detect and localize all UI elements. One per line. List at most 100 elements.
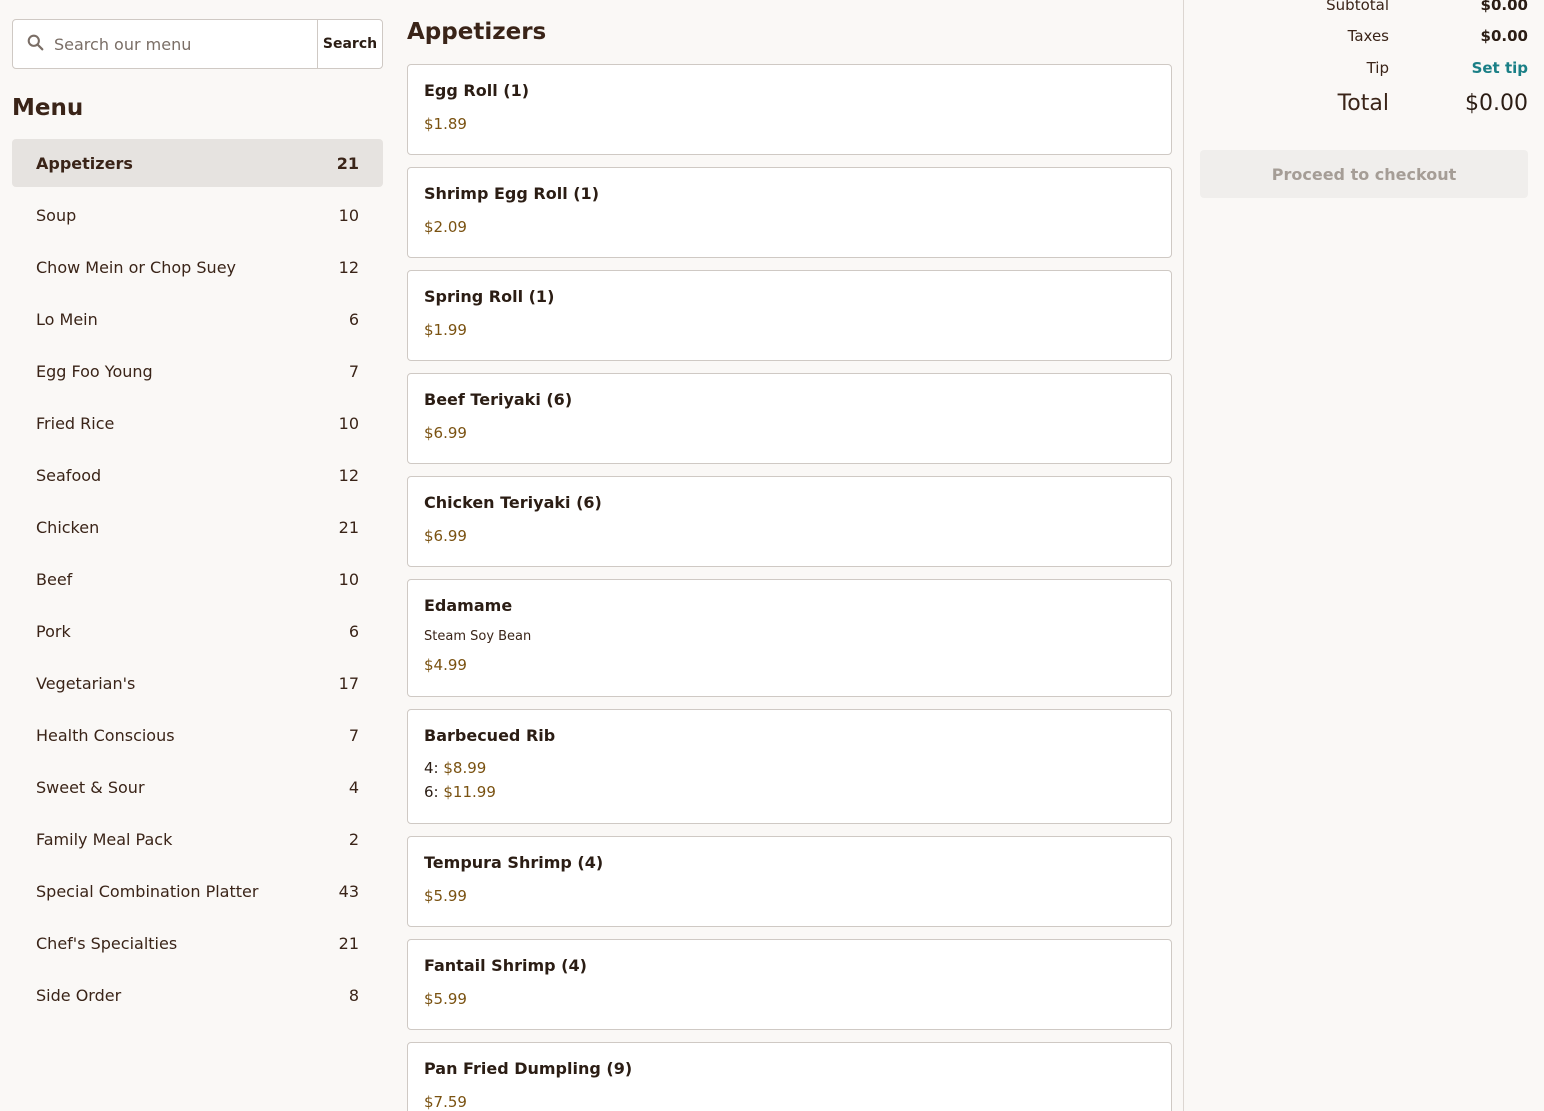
- menu-item-card[interactable]: Shrimp Egg Roll (1) $2.09: [407, 167, 1172, 258]
- sidebar-item-category[interactable]: Seafood 12: [12, 451, 383, 499]
- category-label: Health Conscious: [36, 725, 175, 745]
- category-count: 12: [338, 465, 359, 485]
- menu-item-card[interactable]: Beef Teriyaki (6) $6.99: [407, 373, 1172, 464]
- sidebar-item-category[interactable]: Pork 6: [12, 607, 383, 655]
- category-count: 10: [338, 413, 359, 433]
- menu-item-name: Tempura Shrimp (4): [424, 853, 604, 872]
- menu-item-name: Barbecued Rib: [424, 726, 556, 745]
- menu-item-price: $1.89: [424, 115, 467, 133]
- category-count: 8: [348, 985, 359, 1005]
- sidebar-item-category[interactable]: Fried Rice 10: [12, 399, 383, 447]
- menu-item-name: Edamame: [424, 596, 513, 615]
- search-icon: [27, 34, 44, 55]
- category-label: Egg Foo Young: [36, 361, 153, 381]
- category-label: Chicken: [36, 517, 100, 537]
- sidebar-item-category[interactable]: Health Conscious 7: [12, 711, 383, 759]
- sidebar-item-category[interactable]: Chicken 21: [12, 503, 383, 551]
- menu-item-name: Spring Roll (1): [424, 287, 555, 306]
- sidebar-item-category[interactable]: Lo Mein 6: [12, 295, 383, 343]
- category-count: 7: [348, 725, 359, 745]
- menu-item-card[interactable]: Pan Fried Dumpling (9) $7.59: [407, 1042, 1172, 1111]
- category-label: Special Combination Platter: [36, 881, 259, 901]
- category-label: Seafood: [36, 465, 102, 485]
- menu-heading: Menu: [12, 95, 84, 121]
- category-count: 10: [338, 569, 359, 589]
- category-label: Side Order: [36, 985, 122, 1005]
- search-field: [13, 20, 317, 68]
- price-option-label: 4:: [424, 759, 439, 777]
- section-title: Appetizers: [407, 19, 547, 45]
- category-count: 21: [336, 153, 359, 173]
- menu-item-card[interactable]: Chicken Teriyaki (6) $6.99: [407, 476, 1172, 567]
- category-label: Beef: [36, 569, 73, 589]
- price-option-value: $11.99: [443, 783, 496, 801]
- sidebar-item-category[interactable]: Side Order 8: [12, 971, 383, 1019]
- sidebar-item-category[interactable]: Chow Mein or Chop Suey 12: [12, 243, 383, 291]
- menu-item-price: $5.99: [424, 990, 467, 1008]
- category-count: 6: [348, 621, 359, 641]
- category-label: Soup: [36, 205, 77, 225]
- price-option: 4: $8.99: [424, 756, 1155, 780]
- sidebar-item-category[interactable]: Sweet & Sour 4: [12, 763, 383, 811]
- sidebar-item-category[interactable]: Egg Foo Young 7: [12, 347, 383, 395]
- category-label: Vegetarian's: [36, 673, 136, 693]
- menu-item-price: $6.99: [424, 424, 467, 442]
- sidebar-item-category[interactable]: Soup 10: [12, 191, 383, 239]
- menu-item-name: Egg Roll (1): [424, 81, 530, 100]
- sidebar-item-category[interactable]: Chef's Specialties 21: [12, 919, 383, 967]
- menu-item-name: Beef Teriyaki (6): [424, 390, 573, 409]
- category-label: Fried Rice: [36, 413, 115, 433]
- category-count: 12: [338, 257, 359, 277]
- subtotal-label: Subtotal: [1326, 0, 1389, 14]
- sidebar-item-category[interactable]: Vegetarian's 17: [12, 659, 383, 707]
- category-label: Pork: [36, 621, 71, 641]
- proceed-to-checkout-button[interactable]: Proceed to checkout: [1200, 150, 1528, 198]
- set-tip-link[interactable]: Set tip: [1472, 59, 1528, 77]
- search-box: Search: [12, 19, 383, 69]
- category-count: 10: [338, 205, 359, 225]
- menu-item-name: Shrimp Egg Roll (1): [424, 184, 599, 203]
- total-value: $0.00: [1465, 91, 1528, 116]
- menu-item-name: Fantail Shrimp (4): [424, 956, 587, 975]
- category-label: Chef's Specialties: [36, 933, 178, 953]
- panel-divider: [1183, 0, 1184, 1111]
- price-option-value: $8.99: [443, 759, 487, 777]
- sidebar-item-category[interactable]: Appetizers 21: [12, 139, 383, 187]
- menu-item-card[interactable]: Egg Roll (1) $1.89: [407, 64, 1172, 155]
- menu-item-price: $1.99: [424, 321, 467, 339]
- category-count: 21: [338, 517, 359, 537]
- menu-item-price: $2.09: [424, 218, 467, 236]
- taxes-value: $0.00: [1480, 27, 1528, 45]
- menu-item-name: Chicken Teriyaki (6): [424, 493, 602, 512]
- menu-item-description: Steam Soy Bean: [424, 629, 532, 644]
- sidebar-item-category[interactable]: Beef 10: [12, 555, 383, 603]
- category-label: Appetizers: [36, 153, 133, 173]
- menu-item-card[interactable]: Barbecued Rib 4: $8.99 6: $11.99: [407, 709, 1172, 824]
- sidebar-item-category[interactable]: Special Combination Platter 43: [12, 867, 383, 915]
- category-count: 43: [338, 881, 359, 901]
- total-label: Total: [1337, 91, 1389, 116]
- price-options: 4: $8.99 6: $11.99: [424, 756, 1155, 804]
- menu-item-card[interactable]: Spring Roll (1) $1.99: [407, 270, 1172, 361]
- menu-sidebar: Search Menu Appetizers 21 Soup 10 Chow Mein …: [12, 19, 383, 1023]
- category-count: 7: [348, 361, 359, 381]
- menu-item-card[interactable]: Fantail Shrimp (4) $5.99: [407, 939, 1172, 1030]
- menu-item-card[interactable]: Tempura Shrimp (4) $5.99: [407, 836, 1172, 927]
- category-count: 21: [338, 933, 359, 953]
- taxes-label: Taxes: [1347, 27, 1389, 45]
- category-label: Family Meal Pack: [36, 829, 173, 849]
- menu-item-price: $7.59: [424, 1093, 467, 1111]
- menu-item-card[interactable]: Edamame Steam Soy Bean $4.99: [407, 579, 1172, 697]
- price-option: 6: $11.99: [424, 780, 1155, 804]
- category-count: 4: [348, 777, 359, 797]
- menu-item-name: Pan Fried Dumpling (9): [424, 1059, 633, 1078]
- search-input[interactable]: [54, 34, 294, 54]
- search-button[interactable]: Search: [317, 20, 382, 68]
- sidebar-item-category[interactable]: Family Meal Pack 2: [12, 815, 383, 863]
- category-label: Chow Mein or Chop Suey: [36, 257, 236, 277]
- menu-item-price: $5.99: [424, 887, 467, 905]
- tip-label: Tip: [1366, 59, 1389, 77]
- menu-item-price: $6.99: [424, 527, 467, 545]
- category-count: 17: [338, 673, 359, 693]
- subtotal-value: $0.00: [1480, 0, 1528, 14]
